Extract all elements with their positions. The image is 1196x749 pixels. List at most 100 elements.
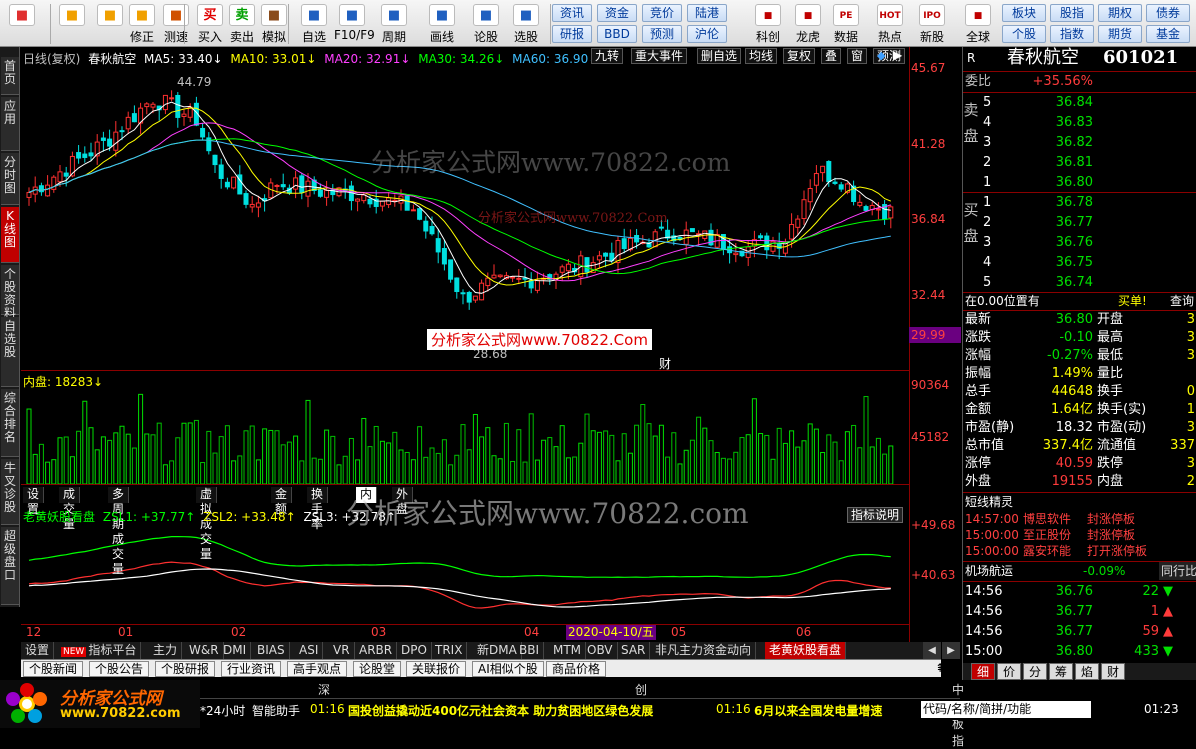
toolbar-hot-button[interactable]: HOT 热点 bbox=[870, 2, 910, 45]
duanxian-title[interactable]: 短线精灵 bbox=[965, 493, 1013, 511]
quote-bottom-tab[interactable]: 价 bbox=[997, 663, 1021, 680]
ask-row[interactable]: 5 36.84 bbox=[963, 94, 1196, 112]
volume-tab[interactable]: 成交量 bbox=[59, 487, 81, 531]
info-tab[interactable]: 行业资讯 bbox=[221, 661, 282, 677]
volume-tab[interactable]: 虚拟成交量 bbox=[196, 487, 218, 561]
scroll-right-icon[interactable]: ▶ bbox=[942, 642, 960, 659]
toolbar-clock-button[interactable]: ■ 测速 bbox=[158, 2, 194, 45]
toolbar-market-button[interactable]: 股指 bbox=[1050, 4, 1094, 22]
quote-bottom-tab[interactable]: 财 bbox=[1101, 663, 1125, 680]
duanxian-row[interactable]: 14:57:00 博思软件 封涨停板 bbox=[963, 511, 1196, 527]
market-sz-label[interactable]: 深 bbox=[318, 681, 330, 698]
info-tab[interactable]: 论股堂 bbox=[353, 661, 402, 677]
volume-tab[interactable]: 多周期成交量 bbox=[108, 487, 130, 576]
toolbar-quick-button[interactable]: 资金 bbox=[597, 4, 637, 22]
indicator-tab[interactable]: 老黄妖股看盘 bbox=[765, 642, 847, 659]
market-cy-label[interactable]: 创 bbox=[635, 681, 647, 698]
indicator-tab[interactable]: SAR bbox=[617, 642, 651, 659]
indicator-tab[interactable]: VR bbox=[329, 642, 355, 659]
indicator-tab[interactable]: NEW 指标平台 bbox=[57, 642, 142, 659]
bid-row[interactable]: 2 36.77 bbox=[963, 214, 1196, 232]
toolbar-pe-data-button[interactable]: PE 数据 bbox=[826, 2, 866, 45]
volume-tab[interactable]: 设置 bbox=[23, 487, 45, 516]
toolbar-sell-button[interactable]: 卖卖出 bbox=[224, 2, 260, 45]
indicator-tab[interactable]: BBI bbox=[515, 642, 545, 659]
toolbar-forum-button[interactable]: ■ 论股 bbox=[468, 2, 504, 45]
toolbar-market-button[interactable]: 板块 bbox=[1002, 4, 1046, 22]
indicator-tab[interactable]: 设置 bbox=[21, 642, 55, 659]
toolbar-kechuang-button[interactable]: ■ 科创 bbox=[748, 2, 788, 45]
buy-order-button[interactable]: 买单! bbox=[1118, 292, 1147, 310]
info-tab[interactable]: 高手观点 bbox=[287, 661, 348, 677]
indicator-tab[interactable]: ARBR bbox=[355, 642, 398, 659]
toolbar-market-button[interactable]: 基金 bbox=[1146, 25, 1190, 43]
quote-bottom-tab[interactable]: 细 bbox=[971, 663, 995, 680]
toolbar-select-stock-button[interactable]: ■ 选股 bbox=[508, 2, 544, 45]
toolbar-period-button[interactable]: ■ 周期 bbox=[376, 2, 412, 45]
bid-row[interactable]: 5 36.74 bbox=[963, 274, 1196, 292]
ask-row[interactable]: 1 36.80 bbox=[963, 174, 1196, 192]
left-tab-2[interactable]: 分时图 bbox=[1, 153, 19, 205]
indicator-tab[interactable]: 主力 bbox=[149, 642, 183, 659]
news-headline[interactable]: 6月以来全国发电量增速 bbox=[754, 702, 920, 719]
indicator-tab[interactable]: BIAS bbox=[253, 642, 290, 659]
search-input[interactable]: 代码/名称/简拼/功能 bbox=[921, 701, 1091, 718]
info-tab[interactable]: 个股公告 bbox=[89, 661, 150, 677]
scroll-left-icon[interactable]: ◀ bbox=[923, 642, 941, 659]
quote-bottom-tab[interactable]: 分 bbox=[1023, 663, 1047, 680]
toolbar-pencil-button[interactable]: ■ 画线 bbox=[424, 2, 460, 45]
ticker-tab-assistant[interactable]: 智能助手 bbox=[252, 702, 300, 719]
indicator-tab[interactable]: 非凡主力资金动向 bbox=[651, 642, 757, 659]
toolbar-dragon-tiger-button[interactable]: ■ 龙虎 bbox=[788, 2, 828, 45]
info-tab[interactable]: AI相似个股 bbox=[472, 661, 544, 677]
indicator-tab[interactable]: ASI bbox=[295, 642, 324, 659]
toolbar-star-button[interactable]: ■ 自选 bbox=[296, 2, 332, 45]
toolbar-quick-button[interactable]: 预测 bbox=[642, 25, 682, 43]
toolbar-quick-button[interactable]: 竞价 bbox=[642, 4, 682, 22]
left-tab-4[interactable]: 个股资料 bbox=[1, 265, 19, 320]
toolbar-quick-button[interactable]: 陆港 bbox=[687, 4, 727, 22]
toolbar-market-button[interactable]: 债券 bbox=[1146, 4, 1190, 22]
query-button[interactable]: 查询 bbox=[1170, 292, 1194, 310]
toolbar-bell-button[interactable]: ■ 修正 bbox=[124, 2, 160, 45]
duanxian-row[interactable]: 15:00:00 至正股份 封涨停板 bbox=[963, 527, 1196, 543]
indicator-tab[interactable]: DMI bbox=[219, 642, 252, 659]
bid-row[interactable]: 3 36.76 bbox=[963, 234, 1196, 252]
toolbar-hammer-button[interactable]: ■ 模拟 bbox=[256, 2, 292, 45]
ask-row[interactable]: 3 36.82 bbox=[963, 134, 1196, 152]
indicator-tab[interactable]: MTM bbox=[549, 642, 587, 659]
kline-chart-area[interactable]: 日线(复权) 春秋航空 MA5: 33.40↓ MA10: 33.01↓ MA2… bbox=[21, 47, 961, 642]
ticker-tab-24h[interactable]: *24小时 bbox=[200, 702, 245, 719]
toolbar-market-button[interactable]: 个股 bbox=[1002, 25, 1046, 43]
left-tab-0[interactable]: 首页 bbox=[1, 57, 19, 95]
toolbar-grid-button[interactable]: ■ bbox=[4, 2, 40, 45]
toolbar-quick-button[interactable]: 沪伦 bbox=[687, 25, 727, 43]
toolbar-quick-button[interactable]: 研报 bbox=[552, 25, 592, 43]
ask-row[interactable]: 2 36.81 bbox=[963, 154, 1196, 172]
indicator-tab[interactable]: DPO bbox=[397, 642, 432, 659]
ask-row[interactable]: 4 36.83 bbox=[963, 114, 1196, 132]
left-tab-3[interactable]: K线图 bbox=[1, 207, 19, 263]
info-tab[interactable]: 个股新闻 bbox=[23, 661, 84, 677]
toolbar-f10-button[interactable]: ■ F10/F9 bbox=[334, 2, 375, 45]
indicator-tab[interactable]: TRIX bbox=[431, 642, 468, 659]
indicator-tab[interactable]: W&R bbox=[185, 642, 224, 659]
left-tab-1[interactable]: 应用 bbox=[1, 97, 19, 151]
left-tab-7[interactable]: 牛叉诊股 bbox=[1, 459, 19, 525]
toolbar-up-down-arrows-button[interactable]: ■ bbox=[92, 2, 128, 45]
toolbar-quick-button[interactable]: 资讯 bbox=[552, 4, 592, 22]
expand-up-icon[interactable]: ⇞ bbox=[930, 661, 950, 677]
quote-bottom-tab[interactable]: 焰 bbox=[1075, 663, 1099, 680]
info-tab[interactable]: 关联报价 bbox=[406, 661, 467, 677]
info-tab[interactable]: 个股研报 bbox=[155, 661, 216, 677]
info-tab[interactable]: 商品价格 bbox=[546, 661, 607, 677]
duanxian-row[interactable]: 15:00:00 露安环能 打开涨停板 bbox=[963, 543, 1196, 559]
quote-bottom-tab[interactable]: 筹 bbox=[1049, 663, 1073, 680]
event-marker[interactable]: 财 bbox=[659, 355, 671, 372]
toolbar-back-arrow-button[interactable]: ■ bbox=[54, 2, 90, 45]
peer-compare-button[interactable]: 同行比 bbox=[1159, 562, 1196, 580]
left-tab-5[interactable]: 自选股 bbox=[1, 317, 19, 387]
toolbar-quick-button[interactable]: BBD bbox=[597, 25, 637, 43]
sector-label[interactable]: 机场航运 bbox=[965, 562, 1013, 580]
indicator-tab[interactable]: OBV bbox=[583, 642, 618, 659]
